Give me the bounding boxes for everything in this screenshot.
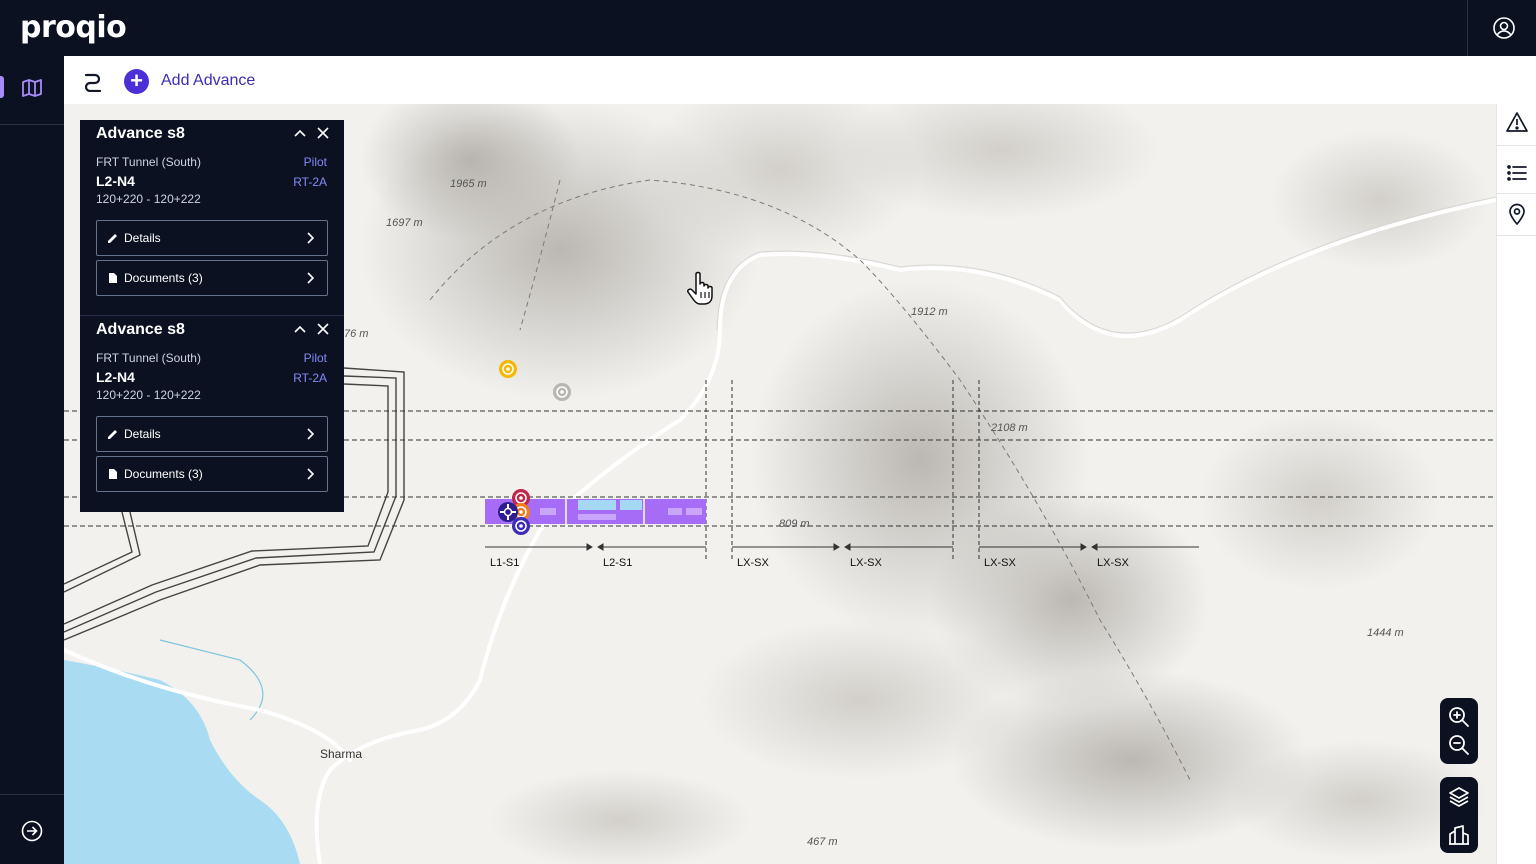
details-button[interactable]: Details: [96, 220, 328, 256]
documents-button[interactable]: Documents (3): [96, 456, 328, 492]
elevation-label: 1965 m: [450, 178, 487, 190]
advance-chainage: 120+220 - 120+222: [96, 388, 201, 402]
segment-label: LX-SX: [984, 557, 1016, 569]
elevation-label: 1444 m: [1367, 627, 1404, 639]
elevation-label: 809 m: [779, 518, 810, 530]
nav-divider: [0, 124, 64, 125]
top-bar: [0, 0, 1536, 56]
documents-label: Documents (3): [124, 467, 203, 481]
document-icon: [109, 273, 117, 283]
advance-rt: RT-2A: [293, 175, 327, 189]
alert-icon[interactable]: [1506, 111, 1528, 133]
marker-cluster[interactable]: [498, 502, 518, 522]
expand-icon[interactable]: [20, 819, 44, 843]
route-icon[interactable]: [82, 70, 104, 92]
hand-pointer-icon: [687, 271, 713, 305]
document-icon: [109, 469, 117, 479]
chevron-right-icon: [307, 428, 315, 440]
advance-ring: L2-N4: [96, 369, 135, 385]
close-icon[interactable]: [316, 126, 330, 140]
advance-ring: L2-N4: [96, 173, 135, 189]
segment-label: L2-S1: [603, 557, 632, 569]
list-icon[interactable]: [1506, 162, 1528, 184]
add-advance-button[interactable]: + Add Advance: [124, 67, 255, 95]
app-logo[interactable]: proqio: [20, 10, 127, 45]
advance-title: Advance s8: [96, 321, 185, 338]
toolbar: [64, 56, 1536, 104]
advance-location: FRT Tunnel (South): [96, 351, 201, 365]
chevron-right-icon: [307, 232, 315, 244]
advance-mode: Pilot: [303, 155, 327, 169]
segment-label: L1-S1: [490, 557, 519, 569]
elevation-label: 2108 m: [990, 422, 1028, 434]
segment-label: LX-SX: [850, 557, 882, 569]
left-nav: [0, 56, 64, 864]
building-icon[interactable]: [1448, 824, 1470, 846]
plus-icon: +: [124, 68, 149, 94]
advance-card: Advance s8 FRT Tunnel (South) Pilot L2-N…: [80, 120, 344, 316]
nav-active-indicator: [0, 76, 4, 98]
location-pin-icon[interactable]: [1506, 203, 1528, 225]
segment-label: LX-SX: [737, 557, 769, 569]
marker-gray[interactable]: [553, 383, 571, 401]
details-label: Details: [124, 427, 161, 441]
pencil-icon: [108, 430, 117, 439]
documents-button[interactable]: Documents (3): [96, 260, 328, 296]
advance-chainage: 120+220 - 120+222: [96, 192, 201, 206]
elevation-label: 1912 m: [911, 306, 948, 318]
map-icon[interactable]: [20, 76, 44, 100]
elevation-label: 467 m: [807, 836, 838, 848]
details-button[interactable]: Details: [96, 416, 328, 452]
segment-label: LX-SX: [1097, 557, 1129, 569]
advance-mode: Pilot: [303, 351, 327, 365]
documents-label: Documents (3): [124, 271, 203, 285]
right-bar-divider: [1496, 145, 1536, 146]
chevron-right-icon: [307, 272, 315, 284]
advance-title: Advance s8: [96, 125, 185, 142]
close-icon[interactable]: [316, 322, 330, 336]
elevation-label: 1697 m: [386, 217, 423, 229]
right-bar-divider: [1496, 193, 1536, 194]
advance-location: FRT Tunnel (South): [96, 155, 201, 169]
chevron-right-icon: [307, 468, 315, 480]
zoom-in-icon[interactable]: [1448, 706, 1470, 728]
nav-divider-bottom: [0, 794, 64, 795]
layers-icon[interactable]: [1448, 786, 1470, 808]
chevron-up-icon[interactable]: [292, 126, 308, 142]
add-advance-label: Add Advance: [161, 72, 256, 89]
top-bar-divider: [1467, 0, 1468, 56]
right-bar-divider: [1496, 235, 1536, 236]
advance-rt: RT-2A: [293, 371, 327, 385]
elevation-label: 76 m: [344, 328, 368, 340]
details-label: Details: [124, 231, 161, 245]
marker-indigo[interactable]: [512, 517, 530, 535]
place-label: Sharma: [320, 747, 362, 761]
zoom-out-icon[interactable]: [1448, 734, 1470, 756]
marker-yellow[interactable]: [499, 360, 517, 378]
user-icon[interactable]: [1492, 16, 1516, 40]
pencil-icon: [108, 234, 117, 243]
advance-card: Advance s8 FRT Tunnel (South) Pilot L2-N…: [80, 316, 344, 512]
chevron-up-icon[interactable]: [292, 322, 308, 338]
